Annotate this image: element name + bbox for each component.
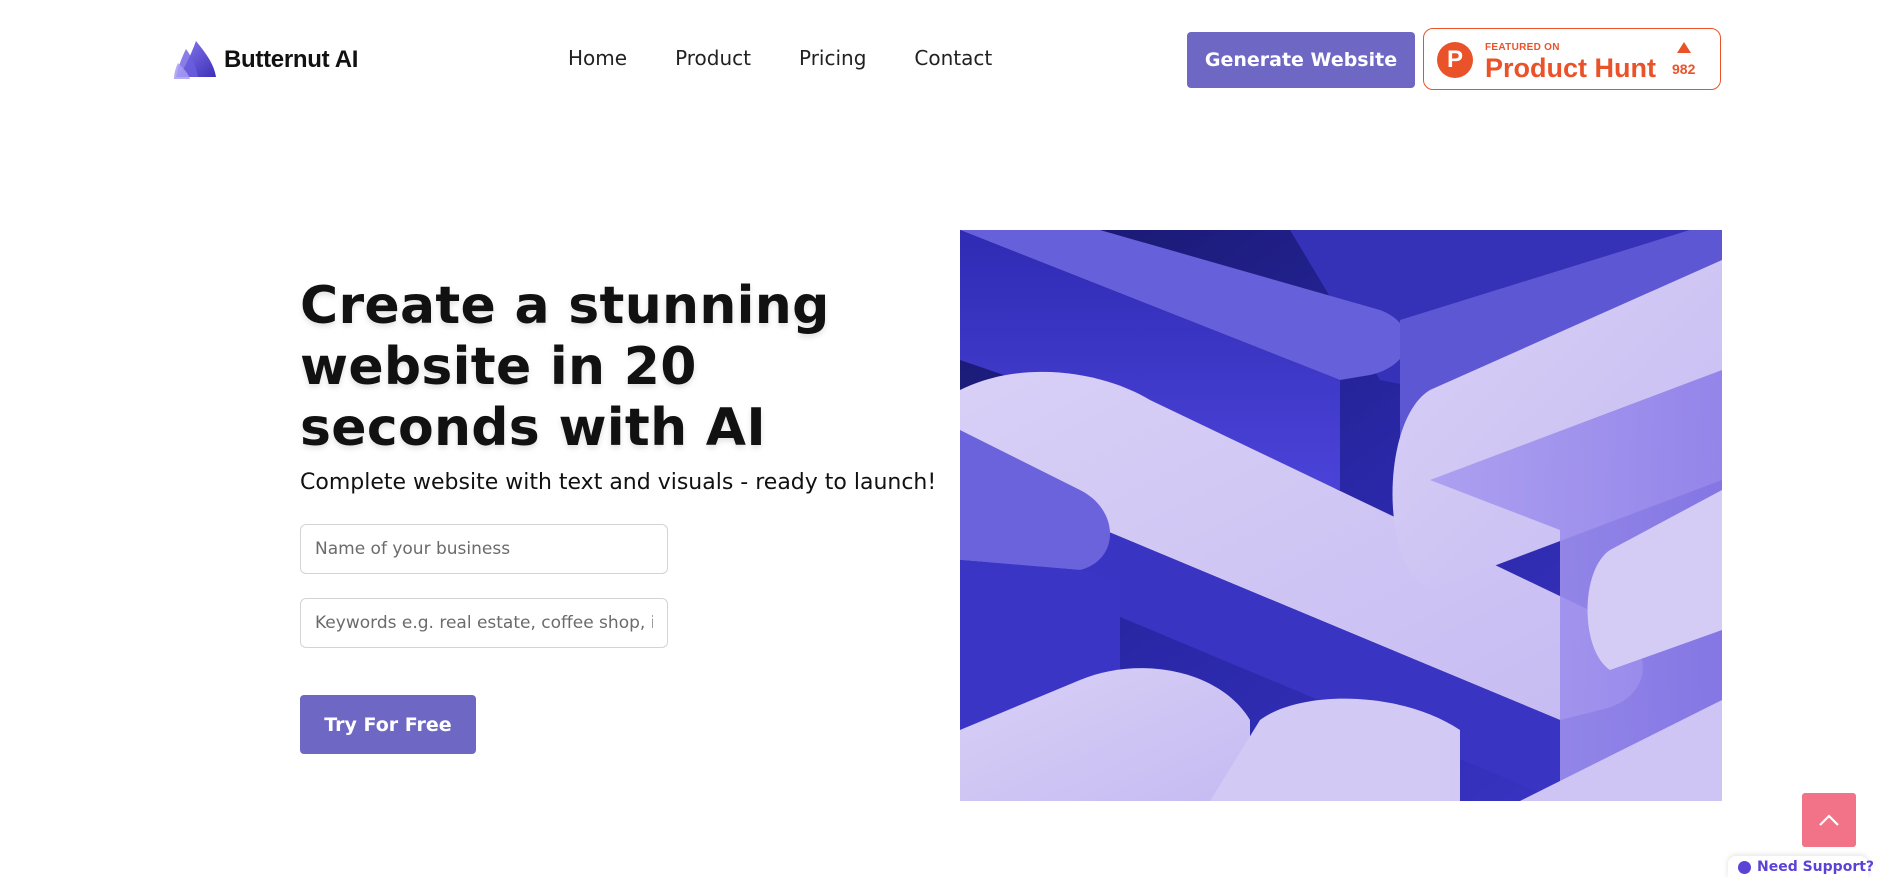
abstract-3d-shapes-image xyxy=(960,230,1722,801)
nav-link-product[interactable]: Product xyxy=(675,46,751,70)
nav-link-contact[interactable]: Contact xyxy=(914,46,992,70)
need-support-label: Need Support? xyxy=(1757,859,1875,875)
product-hunt-logo-icon: P xyxy=(1437,42,1473,78)
need-support-widget[interactable]: Need Support? xyxy=(1728,856,1874,878)
brand-name: Butternut AI xyxy=(224,46,359,73)
scroll-to-top-button[interactable] xyxy=(1802,793,1856,847)
main-nav: Home Product Pricing Contact xyxy=(568,46,992,70)
upvote-arrow-icon xyxy=(1677,42,1691,53)
chat-bubble-icon xyxy=(1738,860,1751,874)
generate-website-button[interactable]: Generate Website xyxy=(1187,32,1415,88)
keywords-input[interactable] xyxy=(300,598,668,648)
brand-logo[interactable]: Butternut AI xyxy=(174,38,358,82)
product-hunt-name: Product Hunt xyxy=(1485,53,1656,83)
product-hunt-badge[interactable]: P FEATURED ON Product Hunt 982 xyxy=(1423,28,1721,90)
butternut-logo-icon xyxy=(174,41,216,79)
business-name-input[interactable] xyxy=(300,524,668,574)
chevron-up-icon xyxy=(1819,814,1839,826)
nav-link-home[interactable]: Home xyxy=(568,46,627,70)
nav-link-pricing[interactable]: Pricing xyxy=(799,46,866,70)
product-hunt-upvote-count: 982 xyxy=(1672,61,1696,77)
site-header: Butternut AI Home Product Pricing Contac… xyxy=(0,0,1882,120)
hero-image xyxy=(960,230,1722,801)
hero-title: Create a stunning website in 20 seconds … xyxy=(300,276,830,458)
hero-subtitle: Complete website with text and visuals -… xyxy=(300,470,937,495)
try-for-free-button[interactable]: Try For Free xyxy=(300,695,476,754)
product-hunt-featured-label: FEATURED ON xyxy=(1485,42,1560,53)
